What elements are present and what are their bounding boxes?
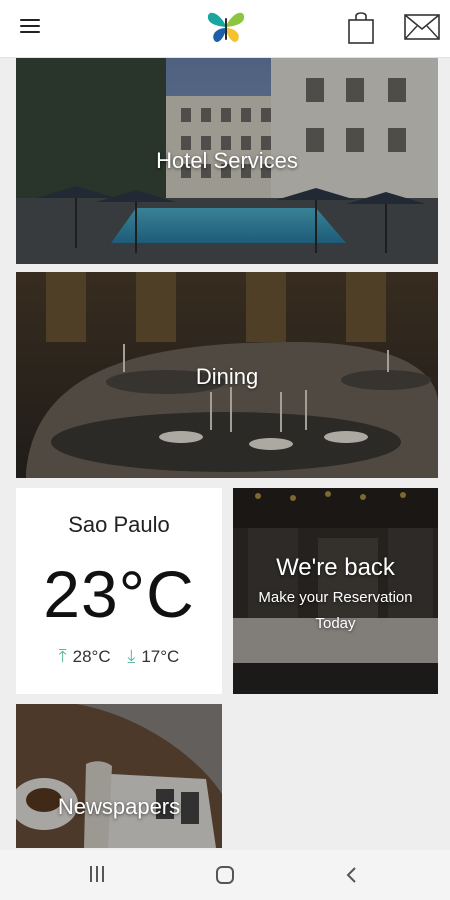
newspaper-coffee-image [16,704,222,848]
weather-high: 28°C [72,647,111,666]
reservation-tile[interactable]: We're back Make your Reservation Today [233,488,438,694]
weather-range: ⤒ 28°C ⤓ 17°C [16,646,222,667]
app-screen: Hotel Services Dining Sao Paulo 23°C ⤒ 2… [0,0,450,900]
newspapers-label: Newspapers [57,794,181,819]
weather-city: Sao Paulo [68,512,170,537]
reservation-title: We're back [276,554,395,581]
home-circle-icon[interactable] [215,865,235,885]
reservation-subtitle: Make your Reservation Today [258,589,413,632]
back-chevron-icon[interactable] [344,865,360,885]
dining-label: Dining [195,364,259,389]
hotel-services-label: Hotel Services [156,148,298,173]
shopping-bag-icon[interactable] [346,9,376,45]
top-app-bar [0,0,450,58]
weather-temperature: 23°C [43,557,195,631]
arrow-down-icon: ⤓ [127,646,136,666]
hotel-services-tile[interactable]: Hotel Services [16,58,438,264]
butterfly-logo-icon[interactable] [205,6,247,48]
weather-low: 17°C [141,647,180,666]
envelope-icon[interactable] [403,12,441,42]
dining-tile[interactable]: Dining [16,272,438,478]
newspapers-tile[interactable]: Newspapers [16,704,222,848]
weather-tile[interactable]: Sao Paulo 23°C ⤒ 28°C ⤓ 17°C [16,488,222,694]
recent-apps-icon[interactable] [88,866,108,884]
hamburger-menu-icon[interactable] [18,16,44,38]
arrow-up-icon: ⤒ [58,646,67,666]
system-navigation-bar [0,850,450,900]
